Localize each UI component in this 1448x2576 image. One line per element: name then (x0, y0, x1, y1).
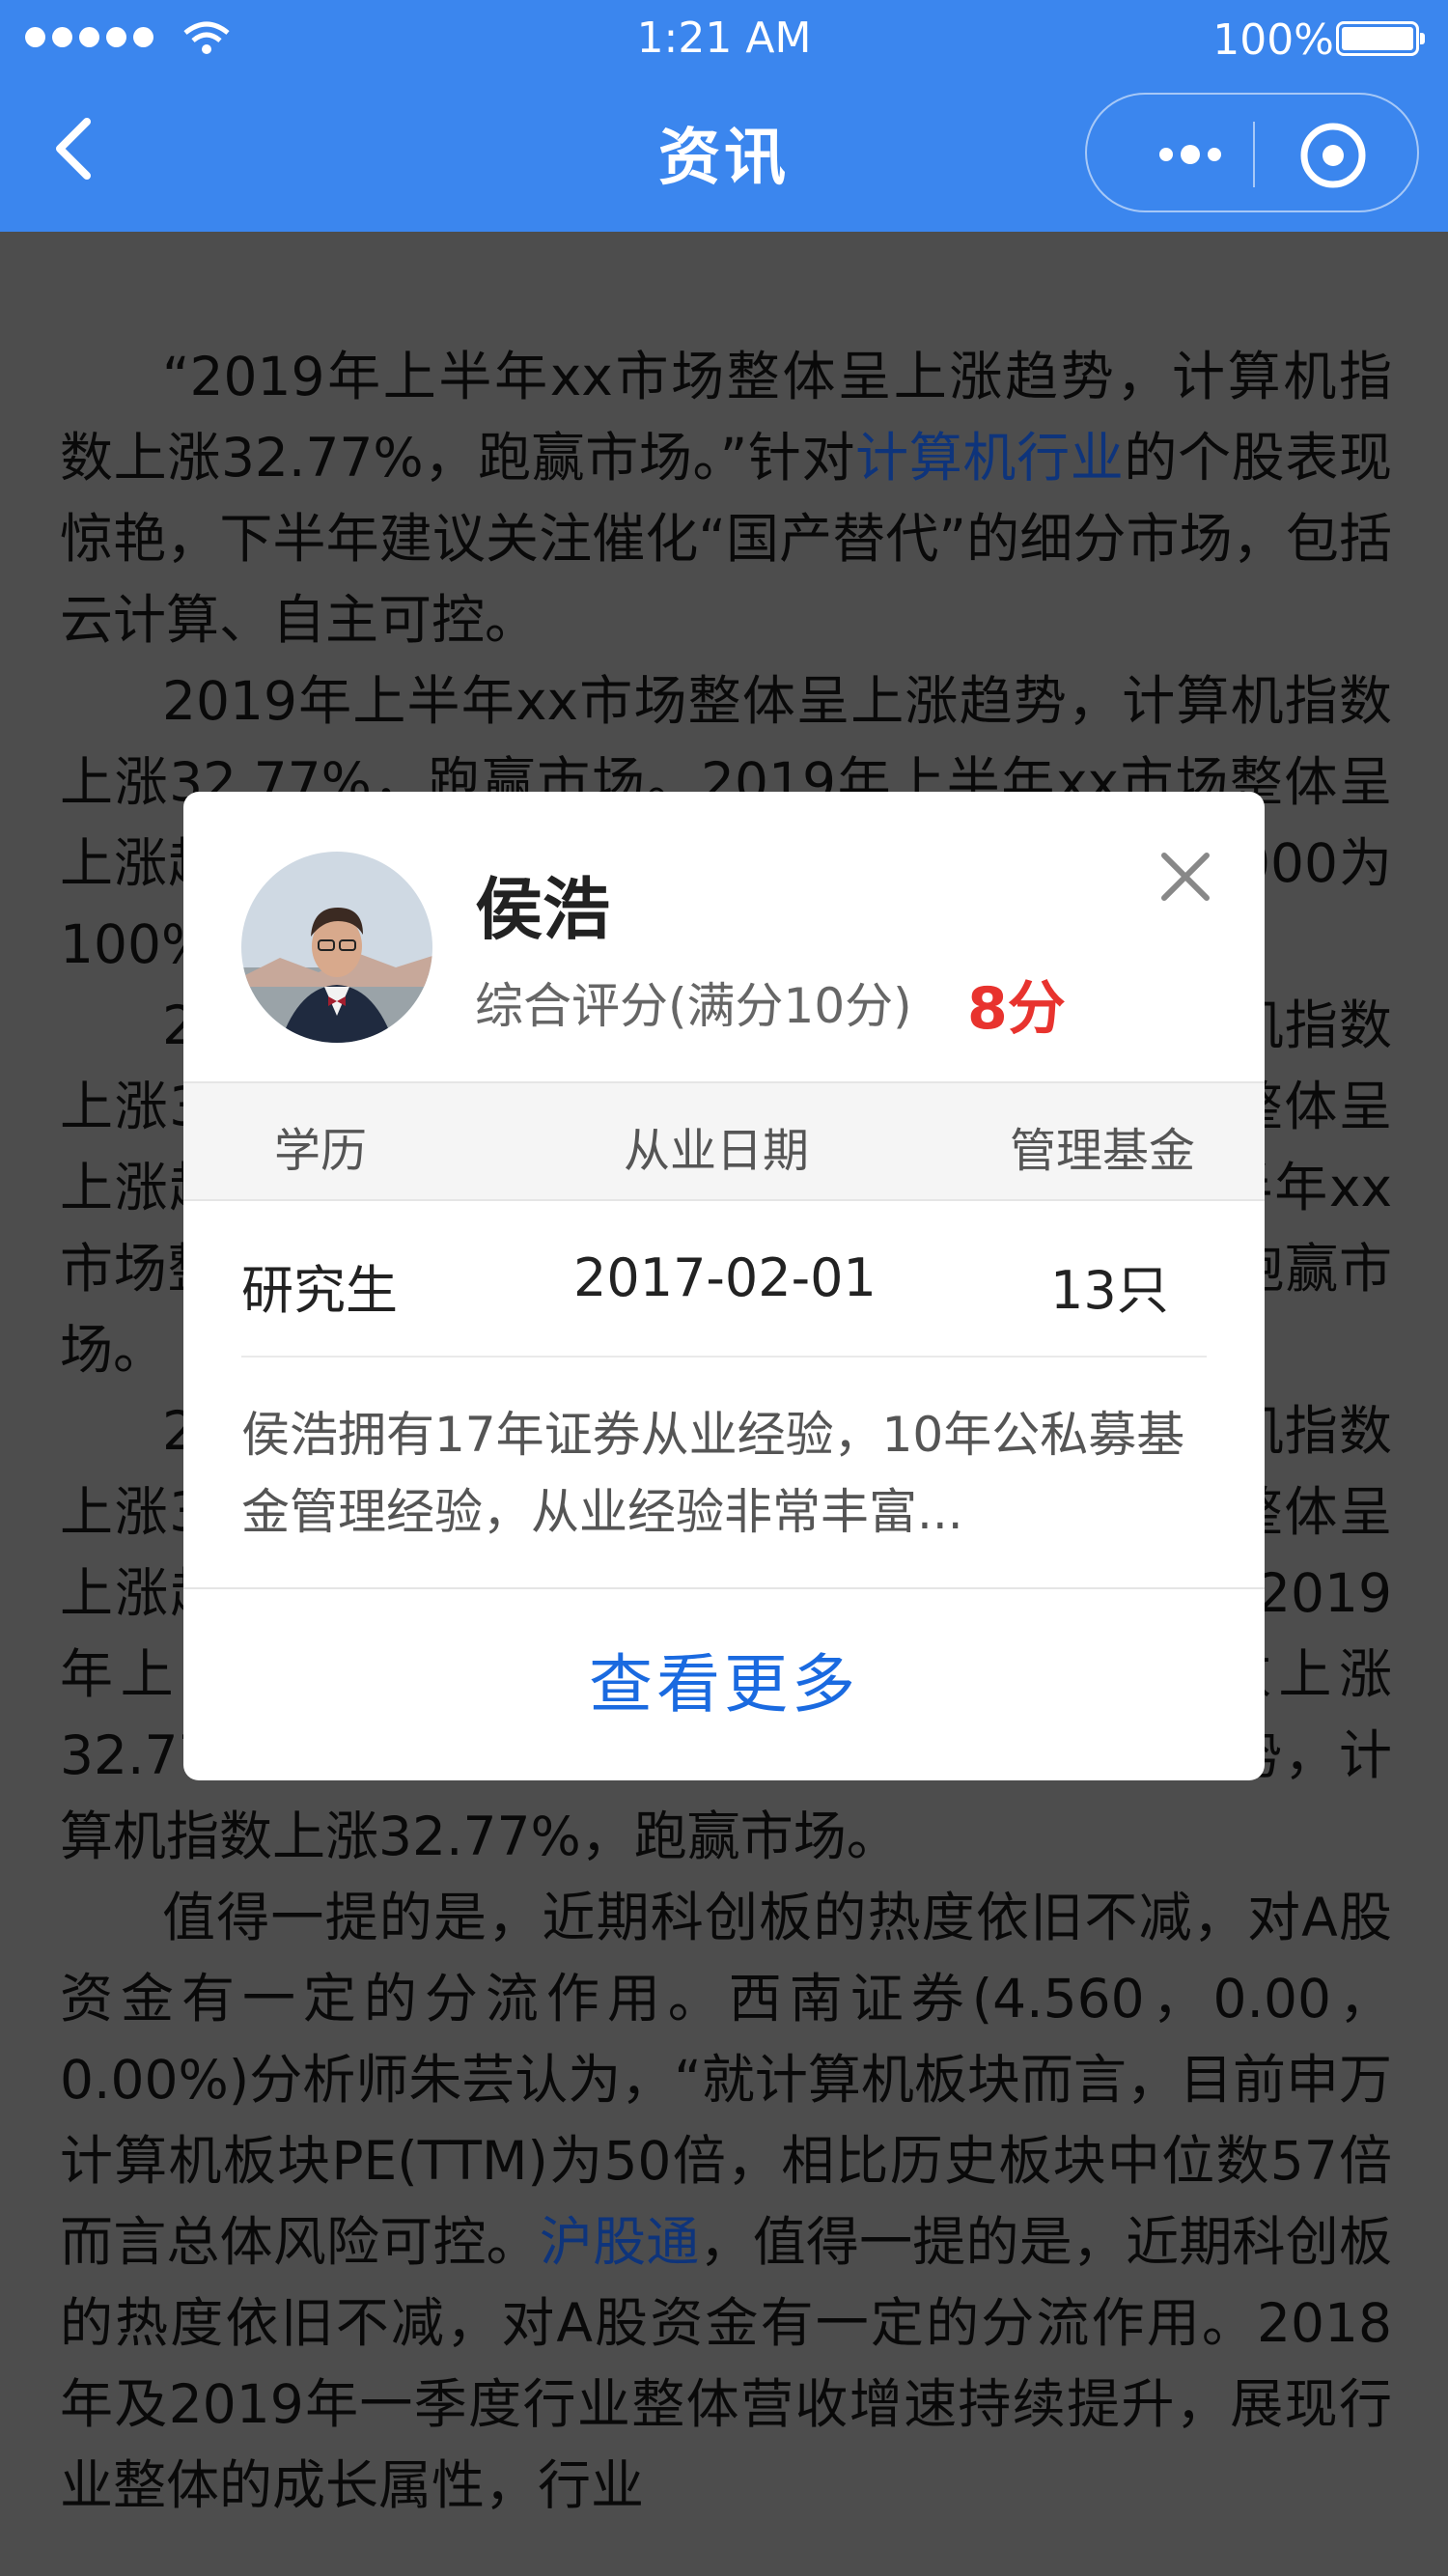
avatar (241, 852, 432, 1043)
rating-label: 综合评分(满分10分) (475, 978, 912, 1034)
info-table-header: 学历 从业日期 管理基金 (183, 1081, 1265, 1201)
close-icon[interactable] (1155, 846, 1216, 908)
header-funds: 管理基金 (1010, 1124, 1196, 1178)
education-value: 研究生 (241, 1260, 398, 1321)
nav-bar: 资讯 (0, 81, 1448, 232)
top-bar: 1:21 AM 100% 资讯 (0, 0, 1448, 232)
header-start-date: 从业日期 (624, 1124, 810, 1178)
battery-icon (1336, 21, 1425, 56)
manager-bio: 侯浩拥有17年证券从业经验，10年公私募基金管理经验，从业经验非常丰富... (241, 1407, 1185, 1540)
view-more-button[interactable]: 查看更多 (183, 1589, 1265, 1780)
more-icon[interactable] (1137, 116, 1243, 193)
start-date-value: 2017-02-01 (573, 1247, 877, 1308)
manager-name: 侯浩 (475, 870, 610, 949)
capsule-divider (1253, 122, 1255, 187)
menu-capsule (1085, 93, 1419, 212)
close-miniprogram-icon[interactable] (1297, 120, 1369, 191)
header-education: 学历 (274, 1124, 368, 1178)
battery-percent: 100% (1212, 15, 1334, 65)
manager-modal: 侯浩 综合评分(满分10分) 8分 学历 从业日期 管理基金 研究生 2017-… (183, 792, 1265, 1780)
rating-score: 8分 (967, 975, 1066, 1043)
divider (241, 1356, 1207, 1358)
funds-value: 13只 (1050, 1260, 1169, 1321)
status-bar: 1:21 AM 100% (0, 0, 1448, 81)
